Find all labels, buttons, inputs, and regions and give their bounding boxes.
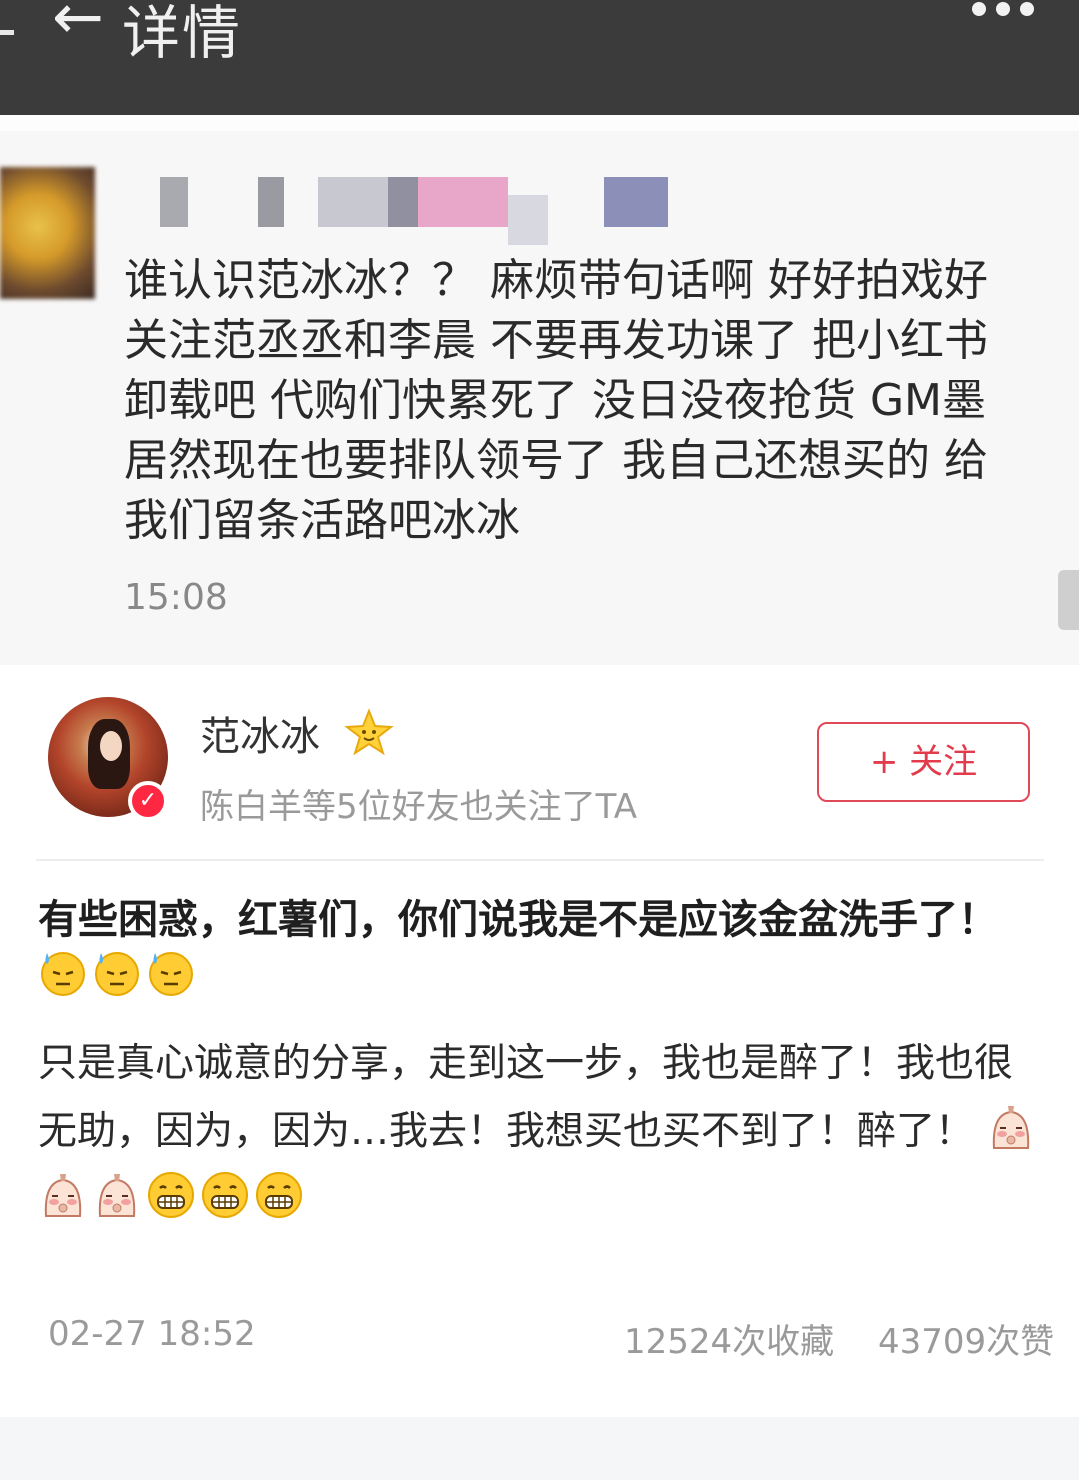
page-title: 详情 xyxy=(122,0,243,67)
censored-name-block xyxy=(508,195,548,245)
censored-name-block xyxy=(604,177,668,227)
message-time: 15:08 xyxy=(124,577,228,618)
censored-name-block xyxy=(418,177,508,227)
avatar-face xyxy=(100,731,122,761)
grin-face-icon xyxy=(148,1172,194,1218)
follow-button[interactable]: + 关注 xyxy=(817,722,1030,802)
censored-name-block xyxy=(258,177,284,227)
message-line: 我们留条活路吧冰冰 xyxy=(124,495,520,546)
mutual-followers-note: 陈白羊等5位好友也关注了TA xyxy=(200,787,638,827)
post-title: 有些困惑，红薯们，你们说我是不是应该金盆洗手了！ xyxy=(38,893,1048,1003)
more-dots-icon[interactable] xyxy=(968,0,1038,20)
sweat-face-icon xyxy=(149,952,193,996)
message-line: 居然现在也要排队领号了 我自己还想买的 给 xyxy=(124,435,988,486)
post-body-text: 只是真心诚意的分享，走到这一步，我也是醉了！我也很无助，因为，因为…我去！我想买… xyxy=(38,1041,1014,1154)
blurred-avatar-image xyxy=(0,167,95,299)
sweat-face-icon xyxy=(95,952,139,996)
image-top-band xyxy=(0,115,1079,131)
bottom-bar xyxy=(0,1417,1079,1480)
app-bar: ← 详情 xyxy=(0,0,1079,115)
message-line: 卸载吧 代购们快累死了 没日没夜抢货 GM墨 xyxy=(124,375,987,426)
favorites-count[interactable]: 12524次收藏 xyxy=(624,1314,834,1363)
author-name[interactable]: 范冰冰 xyxy=(200,712,320,762)
likes-count[interactable]: 43709次赞 xyxy=(878,1314,1054,1363)
image-side-handle xyxy=(1058,570,1079,630)
post-date: 02-27 18:52 xyxy=(48,1314,256,1354)
grin-face-icon xyxy=(256,1172,302,1218)
shy-face-icon xyxy=(993,1106,1030,1149)
post-image[interactable]: 谁认识范冰冰？？ 麻烦带句话啊 好好拍戏好 关注范丞丞和李晨 不要再发功课了 把… xyxy=(0,115,1079,665)
divider xyxy=(36,859,1044,861)
grin-face-icon xyxy=(202,1172,248,1218)
censored-name-block xyxy=(388,177,418,227)
censored-name-block xyxy=(160,177,188,227)
censored-name-block xyxy=(318,177,388,227)
post-title-text: 有些困惑，红薯们，你们说我是不是应该金盆洗手了！ xyxy=(38,897,998,943)
shy-face-icon xyxy=(44,1174,82,1217)
verified-badge-icon: ✓ xyxy=(128,781,168,821)
sweat-face-icon xyxy=(41,952,85,996)
shy-face-icon xyxy=(98,1174,136,1217)
edge-mark xyxy=(0,30,14,35)
post-body: 只是真心诚意的分享，走到这一步，我也是醉了！我也很无助，因为，因为…我去！我想买… xyxy=(38,1030,1048,1234)
back-arrow-icon[interactable]: ← xyxy=(52,0,104,48)
star-emoji-icon xyxy=(344,708,394,756)
message-line: 关注范丞丞和李晨 不要再发功课了 把小红书 xyxy=(124,315,988,366)
message-text: 谁认识范冰冰？？ 麻烦带句话啊 好好拍戏好 关注范丞丞和李晨 不要再发功课了 把… xyxy=(124,251,1079,551)
message-line: 谁认识范冰冰？？ 麻烦带句话啊 好好拍戏好 xyxy=(124,255,988,306)
